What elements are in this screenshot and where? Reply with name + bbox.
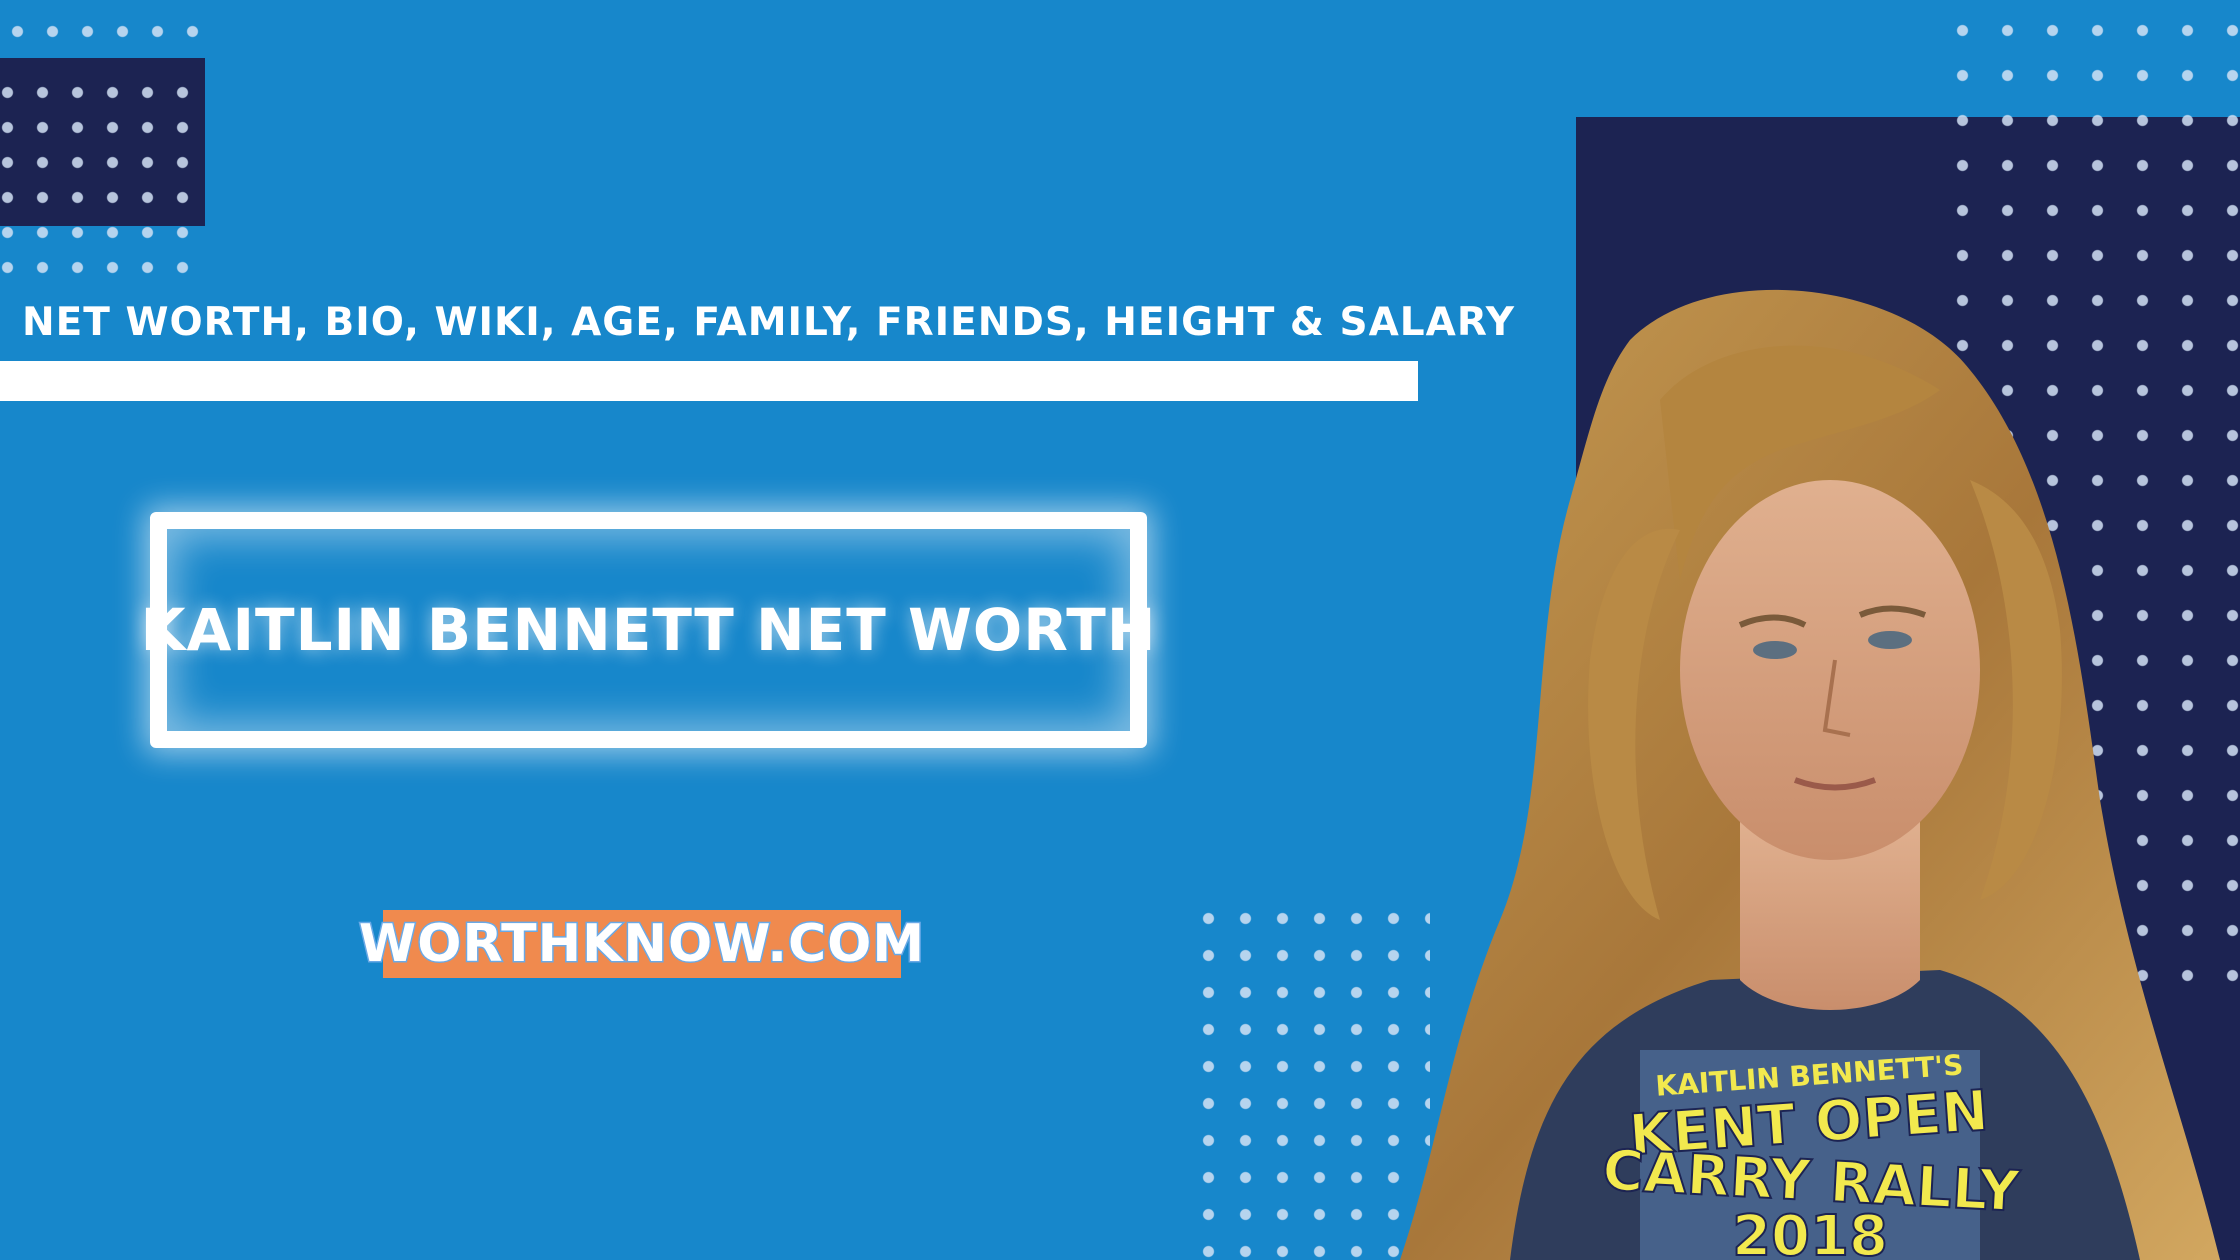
dot-pattern-top-left-upper	[0, 14, 210, 48]
left-eye-icon	[1753, 641, 1797, 659]
subtitle: NET WORTH, BIO, WIKI, AGE, FAMILY, FRIEN…	[22, 300, 1515, 345]
right-eye-icon	[1868, 631, 1912, 649]
brand-badge: WORTHKNOW.COM	[357, 910, 926, 978]
brand-text: WORTHKNOW.COM	[357, 913, 926, 976]
title-frame: KAITLIN BENNETT NET WORTH	[141, 512, 1155, 748]
portrait-photo: KAITLIN BENNETT'S KENT OPEN CARRY RALLY …	[1400, 289, 2220, 1260]
face	[1680, 480, 1980, 860]
shirt-text-line4: 2018	[1732, 1204, 1888, 1260]
page-title: KAITLIN BENNETT NET WORTH	[140, 596, 1157, 664]
banner-canvas: NET WORTH, BIO, WIKI, AGE, FAMILY, FRIEN…	[0, 0, 2240, 1260]
dot-pattern-top-left	[0, 75, 210, 275]
white-divider-bar	[0, 361, 1418, 401]
